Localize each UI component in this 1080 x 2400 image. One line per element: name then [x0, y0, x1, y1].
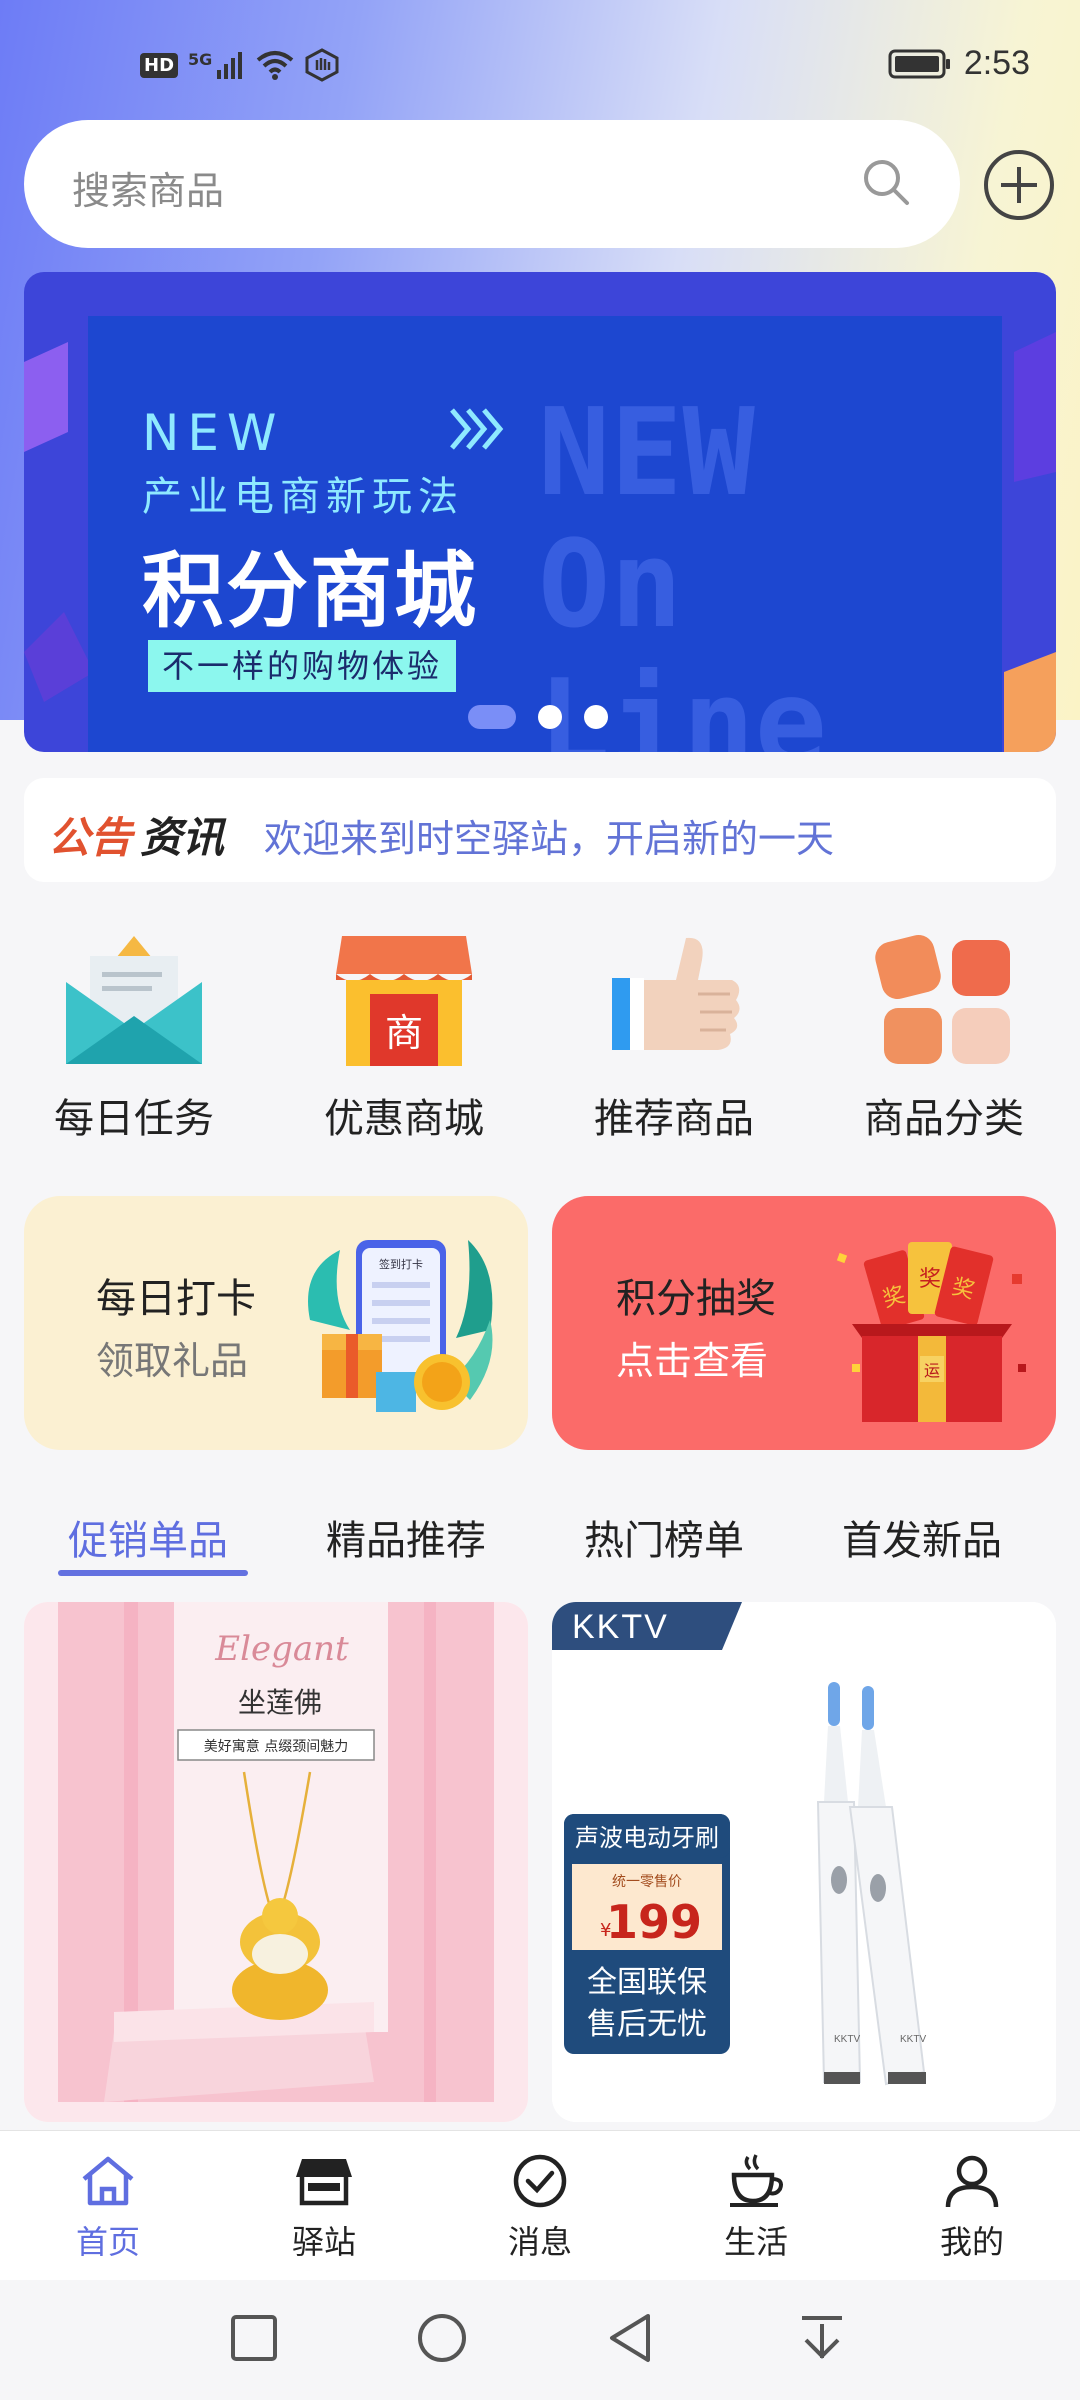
hd-badge: HD [140, 52, 179, 78]
quick-link-label: 每日任务 [54, 1096, 214, 1142]
prize-ticket-text: 奖 [919, 1267, 941, 1292]
nav-item-life[interactable]: 生活 [686, 2153, 826, 2263]
daily-checkin-card[interactable]: 每日打卡 领取礼品 签到打卡 [24, 1196, 528, 1450]
price-label: 统一零售价 [612, 1874, 682, 1890]
product-card[interactable]: Elegant 坐莲佛 美好寓意 点缀颈间魅力 [24, 1602, 528, 2122]
nav-label: 首页 [75, 2223, 140, 2261]
phone-screen-text: 签到打卡 [379, 1257, 423, 1271]
category-grid-icon [875, 934, 1010, 1064]
network-type: 5G [188, 49, 213, 69]
person-icon [945, 2155, 999, 2208]
chevrons-icon [450, 408, 504, 450]
back-triangle-icon[interactable] [604, 2312, 656, 2364]
lottery-subtitle: 点击查看 [616, 1339, 769, 1383]
quick-link-recommended[interactable]: 推荐商品 [574, 930, 774, 1144]
price-value: 199 [606, 1895, 702, 1949]
product-name: 坐莲佛 [238, 1686, 322, 1719]
banner-image: NEW On Line NEW 产业电商新玩法 积分商城 不一样的购物体验 [88, 316, 1002, 752]
notice-label-news: 资讯 [140, 813, 225, 862]
quick-link-label: 推荐商品 [594, 1096, 754, 1142]
promo-banner[interactable]: NEW On Line NEW 产业电商新玩法 积分商城 不一样的购物体验 [24, 272, 1056, 752]
message-check-icon [513, 2154, 567, 2208]
checkin-title: 每日打卡 [96, 1276, 256, 1322]
store-icon [296, 2159, 352, 2206]
banner-tagline: 不一样的购物体验 [148, 640, 457, 692]
banner-dot[interactable] [584, 705, 608, 729]
shop-icon-text: 商 [385, 1011, 423, 1055]
lottery-title: 积分抽奖 [616, 1276, 776, 1322]
banner-subtitle: 产业电商新玩法 [142, 474, 464, 520]
system-navigation-bar [0, 2280, 1080, 2400]
coffee-cup-icon [730, 2154, 783, 2207]
checkin-subtitle: 领取礼品 [96, 1339, 249, 1383]
checkin-phone-illustration: 签到打卡 [308, 1240, 493, 1412]
notice-text: 欢迎来到时空驿站，开启新的一天 [264, 817, 835, 861]
nav-item-home[interactable]: 首页 [38, 2153, 178, 2263]
prize-box-text: 运 [924, 1361, 940, 1380]
nav-label: 生活 [723, 2223, 788, 2261]
banner-bg-text-new: NEW [538, 384, 755, 523]
promo-label-title: 声波电动牙刷 [575, 1824, 719, 1852]
add-button[interactable] [982, 148, 1056, 222]
promo-line-2: 售后无忧 [587, 2007, 707, 2042]
status-right: 2:53 [888, 44, 1030, 83]
handle-logo-text: KKTV [834, 2034, 860, 2045]
promo-line-1: 全国联保 [587, 1965, 707, 2000]
tab-new-releases[interactable]: 首发新品 [842, 1508, 1002, 1566]
nav-item-station[interactable]: 驿站 [254, 2153, 394, 2263]
banner-dot[interactable] [468, 705, 516, 729]
nav-label: 消息 [507, 2223, 572, 2261]
battery-icon [888, 49, 950, 78]
active-tab-indicator [58, 1570, 248, 1576]
product-script-text: Elegant [214, 1629, 349, 1669]
nav-item-profile[interactable]: 我的 [902, 2153, 1042, 2263]
bottom-navigation: 首页 驿站 消息 生活 我的 [0, 2130, 1080, 2280]
product-slogan: 美好寓意 点缀颈间魅力 [204, 1738, 348, 1755]
product-tabs: 促销单品 精品推荐 热门榜单 首发新品 [0, 1500, 1080, 1580]
envelope-icon [66, 936, 202, 1064]
shop-icon: 商 [336, 936, 472, 1066]
thumbs-up-icon [612, 937, 740, 1050]
tab-promotions[interactable]: 促销单品 [68, 1508, 228, 1566]
status-bar: HD 5G 2:53 [0, 0, 1080, 130]
banner-pagination [468, 705, 608, 729]
banner-title: 积分商城 [142, 544, 479, 639]
hand-icon [305, 48, 339, 82]
points-lottery-card[interactable]: 积分抽奖 点击查看 奖 奖 奖 运 [552, 1196, 1056, 1450]
quick-link-label: 优惠商城 [324, 1096, 484, 1142]
nav-item-messages[interactable]: 消息 [470, 2153, 610, 2263]
quick-link-daily-tasks[interactable]: 每日任务 [34, 930, 234, 1144]
clock: 2:53 [963, 44, 1030, 82]
home-circle-icon[interactable] [416, 2312, 468, 2364]
wifi-icon [257, 51, 294, 80]
banner-dot[interactable] [538, 705, 562, 729]
quick-link-categories[interactable]: 商品分类 [844, 930, 1044, 1144]
search-icon[interactable] [860, 156, 912, 208]
quick-link-discount-mall[interactable]: 商 优惠商城 [304, 930, 504, 1144]
announcement-bar[interactable]: 公告 资讯 欢迎来到时空驿站，开启新的一天 [24, 778, 1056, 882]
tab-featured[interactable]: 精品推荐 [326, 1508, 486, 1566]
search-placeholder: 搜索商品 [72, 169, 225, 213]
nav-label: 我的 [939, 2223, 1004, 2261]
tab-hot-ranking[interactable]: 热门榜单 [584, 1508, 744, 1566]
brand-logo-text: KKTV [572, 1608, 669, 1646]
product-image-pendant: Elegant 坐莲佛 美好寓意 点缀颈间魅力 [24, 1602, 528, 2122]
home-icon [82, 2156, 134, 2206]
notice-label-announcement: 公告 [48, 813, 133, 862]
status-indicators: HD 5G [140, 48, 340, 82]
banner-new-label: NEW [142, 404, 285, 462]
search-input[interactable]: 搜索商品 [24, 120, 960, 248]
product-card[interactable]: KKTV 声波电动牙刷 统一零售价 ¥ 199 全国联保 售后无忧 KKTV K… [552, 1602, 1056, 2122]
notification-pull-down-icon[interactable] [796, 2312, 848, 2364]
product-image-toothbrush: KKTV 声波电动牙刷 统一零售价 ¥ 199 全国联保 售后无忧 KKTV K… [552, 1602, 1056, 2122]
lottery-prize-box-illustration: 奖 奖 奖 运 [836, 1242, 1026, 1422]
quick-link-label: 商品分类 [864, 1096, 1024, 1142]
handle-logo-text: KKTV [900, 2034, 926, 2045]
signal-icon [217, 52, 243, 79]
nav-label: 驿站 [291, 2223, 356, 2261]
recent-apps-icon[interactable] [228, 2312, 280, 2364]
